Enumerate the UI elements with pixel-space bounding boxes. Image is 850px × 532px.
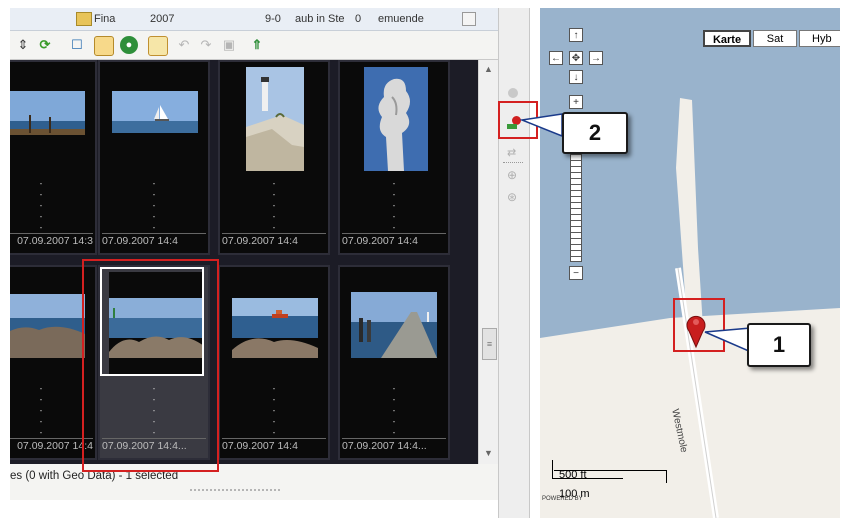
thumbnail-card[interactable]: ----- 07.09.2007 14:4 bbox=[98, 60, 210, 255]
thumbnail-image bbox=[352, 67, 438, 171]
thumbnail-date: 07.09.2007 14:4 bbox=[342, 233, 446, 249]
thumbnail-date: 07.09.2007 14:4 bbox=[222, 438, 326, 454]
powered-by-label: POWERED BY bbox=[542, 496, 583, 502]
thumbnail-date: 07.09.2007 14:4 bbox=[10, 438, 93, 454]
window-title-bar: Fina 2007 9-0 aub in Ste 0 emuende bbox=[10, 8, 498, 31]
move-pins-icon[interactable]: ⇄ bbox=[507, 146, 516, 159]
title-part: 9-0 bbox=[265, 13, 281, 25]
globe-icon[interactable]: ● bbox=[120, 36, 138, 54]
thumbnail-image bbox=[351, 272, 437, 376]
thumbnail-card[interactable]: ----- 07.09.2007 14:4 bbox=[218, 60, 330, 255]
tree-icon[interactable]: ⇑ bbox=[248, 36, 266, 54]
thumbnail-image bbox=[10, 272, 85, 376]
title-part: Fina bbox=[94, 13, 116, 25]
map-type-karte[interactable]: Karte bbox=[703, 30, 751, 47]
thumbnail-card[interactable]: ----- 07.09.2007 14:3 bbox=[10, 60, 97, 255]
title-part: emuende bbox=[378, 13, 424, 25]
arrows-icon[interactable]: ⇕ bbox=[14, 36, 32, 54]
undo-icon[interactable]: ↶ bbox=[175, 36, 193, 54]
notepad-icon[interactable] bbox=[148, 36, 168, 56]
scroll-down-icon[interactable]: ▼ bbox=[484, 448, 493, 458]
pan-left-button[interactable]: ← bbox=[549, 51, 563, 65]
meta-dashes: ----- bbox=[392, 179, 396, 232]
toolbar: ⇕ ⟳ ☐ ● ↶ ↷ ▣ ⇑ bbox=[10, 31, 498, 60]
pan-up-button[interactable]: ↑ bbox=[569, 28, 583, 42]
thumbnail-grid: ----- 07.09.2007 14:3 ----- 07.09.2007 1… bbox=[10, 60, 478, 464]
separator bbox=[503, 162, 523, 163]
zoom-in-button[interactable]: + bbox=[569, 95, 583, 109]
pin-disabled-icon[interactable] bbox=[508, 88, 518, 98]
thumbnail-image bbox=[10, 67, 85, 171]
selected-photo-highlight bbox=[82, 259, 219, 472]
window-button[interactable] bbox=[462, 12, 476, 26]
map-type-hyb[interactable]: Hyb bbox=[799, 30, 840, 47]
zoom-in-icon[interactable]: ⊕ bbox=[507, 168, 517, 182]
scroll-thumb[interactable]: ≡ bbox=[482, 328, 497, 360]
pan-down-button[interactable]: ↓ bbox=[569, 70, 583, 84]
zoom-out-button[interactable]: − bbox=[569, 266, 583, 280]
thumbnail-date: 07.09.2007 14:4 bbox=[222, 233, 326, 249]
comment-icon[interactable]: ☐ bbox=[68, 36, 86, 54]
callout-tool: 2 bbox=[562, 112, 628, 154]
pan-right-button[interactable]: → bbox=[589, 51, 603, 65]
map-type-sat[interactable]: Sat bbox=[753, 30, 797, 47]
scale-label-ft: 500 ft bbox=[559, 469, 587, 481]
thumbnail-image bbox=[232, 67, 318, 171]
meta-dashes: ----- bbox=[152, 179, 156, 232]
meta-dashes: ----- bbox=[272, 384, 276, 437]
thumbnail-card[interactable]: ----- 07.09.2007 14:4 bbox=[218, 265, 330, 460]
zoom-fit-icon[interactable]: ⊛ bbox=[507, 190, 517, 204]
splitter-grip[interactable] bbox=[190, 489, 280, 494]
thumbnail-date: 07.09.2007 14:3 bbox=[10, 233, 93, 249]
refresh-icon[interactable]: ⟳ bbox=[36, 36, 54, 54]
meta-dashes: ----- bbox=[39, 179, 43, 232]
title-part: 2007 bbox=[150, 13, 175, 25]
save-icon[interactable]: ▣ bbox=[220, 36, 238, 54]
title-part: aub in Ste bbox=[295, 13, 345, 25]
title-part: 0 bbox=[355, 13, 362, 25]
thumbnail-image bbox=[112, 67, 198, 171]
thumbnail-image bbox=[232, 272, 318, 376]
tool-strip: ⇄ ⊕ ⊛ bbox=[498, 8, 530, 518]
meta-dashes: ----- bbox=[392, 384, 396, 437]
thumbnail-card[interactable]: ----- 07.09.2007 14:4... bbox=[338, 265, 450, 460]
thumbnail-date: 07.09.2007 14:4 bbox=[102, 233, 206, 249]
redo-icon[interactable]: ↷ bbox=[197, 36, 215, 54]
meta-dashes: ----- bbox=[272, 179, 276, 232]
folder-icon bbox=[76, 12, 92, 26]
callout-marker: 1 bbox=[747, 323, 811, 367]
edit-icon[interactable] bbox=[94, 36, 114, 56]
thumbnail-card[interactable]: ----- 07.09.2007 14:4 bbox=[338, 60, 450, 255]
pan-center-button[interactable]: ✥ bbox=[569, 51, 583, 65]
scroll-up-icon[interactable]: ▲ bbox=[484, 64, 493, 74]
grid-scrollbar[interactable]: ▲ ≡ ▼ bbox=[478, 60, 499, 464]
map-canvas bbox=[540, 8, 840, 518]
thumbnail-date: 07.09.2007 14:4... bbox=[342, 438, 446, 454]
map-view[interactable]: ↑ ← ✥ → ↓ + − Karte Sat Hyb Westmole 500… bbox=[540, 8, 840, 518]
